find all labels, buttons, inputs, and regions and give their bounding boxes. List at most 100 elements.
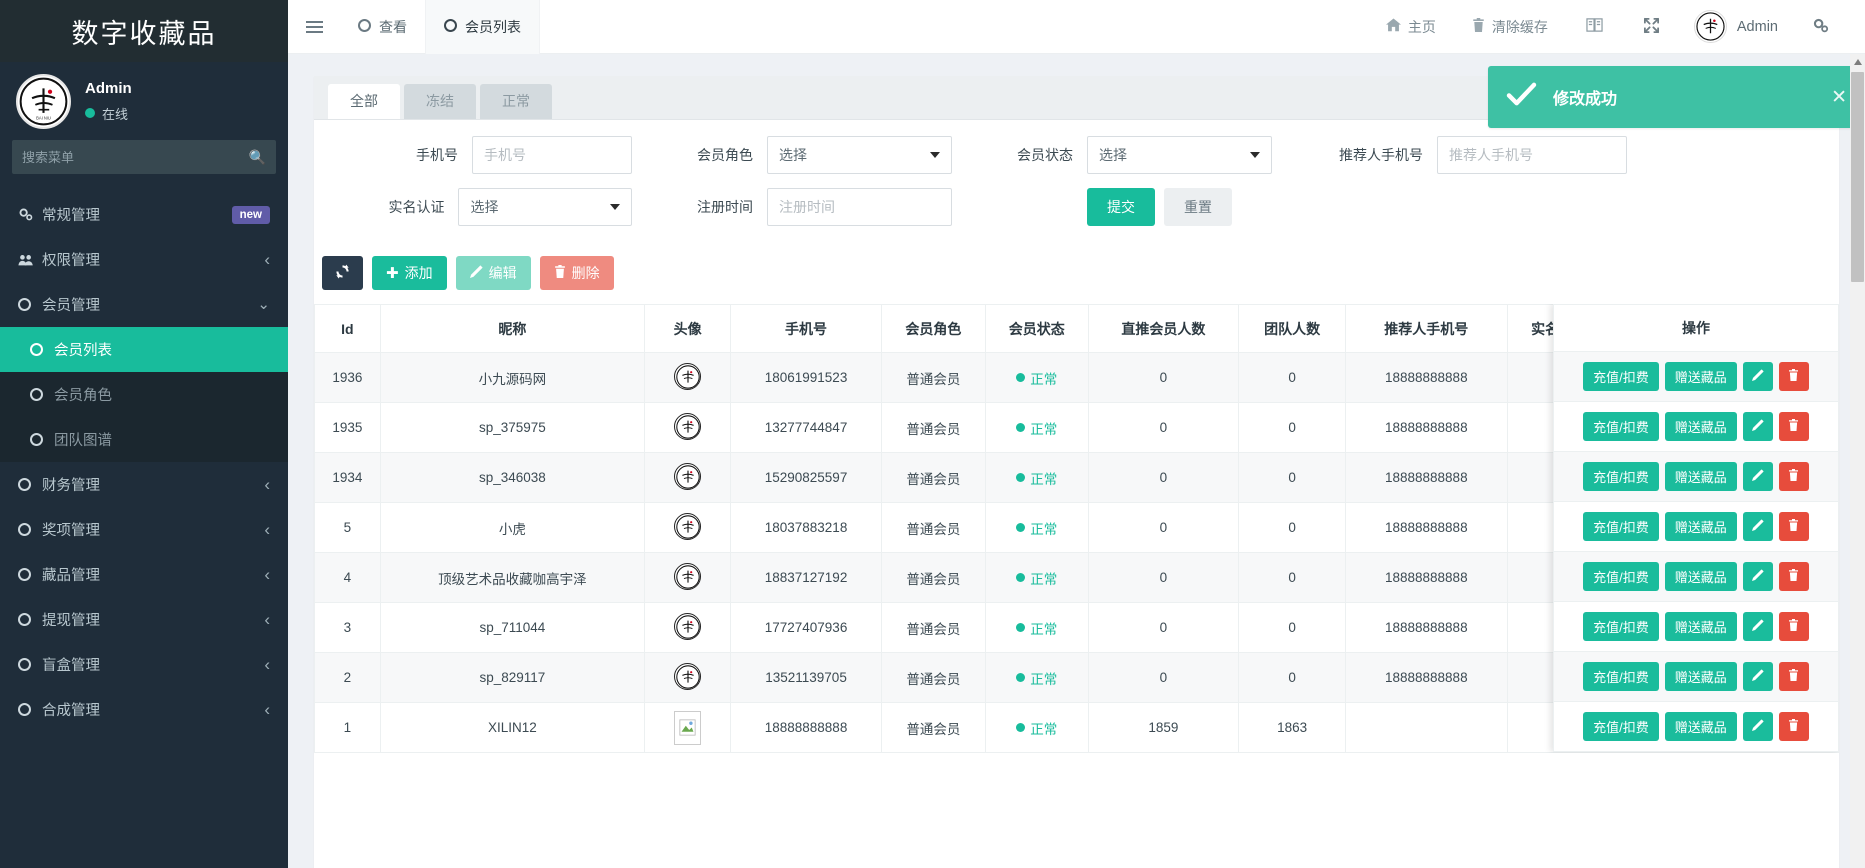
row-edit-button[interactable] — [1742, 562, 1773, 591]
recharge-button[interactable]: 充值/扣费 — [1583, 612, 1659, 641]
search-input[interactable] — [22, 149, 249, 165]
th-id[interactable]: Id — [314, 304, 381, 353]
cell-referrer-phone: 18888888888 — [1345, 452, 1508, 503]
chevron-down-icon — [610, 204, 620, 210]
row-edit-button[interactable] — [1742, 712, 1773, 741]
gift-collection-button[interactable]: 赠送藏品 — [1664, 512, 1737, 541]
row-edit-button[interactable] — [1742, 612, 1773, 641]
sidebar-item-synthesis-management[interactable]: 合成管理 — [0, 687, 288, 732]
cell-team-count: 0 — [1238, 502, 1346, 553]
book-button[interactable] — [1566, 0, 1623, 54]
real-name-auth-select[interactable]: 选择 — [458, 188, 632, 226]
submit-button[interactable]: 提交 — [1087, 188, 1155, 226]
status-badge: 正常 — [984, 352, 1089, 403]
row-edit-button[interactable] — [1742, 362, 1773, 391]
home-button[interactable]: 主页 — [1368, 0, 1454, 54]
recharge-button[interactable]: 充值/扣费 — [1583, 512, 1659, 541]
th-referrer-phone[interactable]: 推荐人手机号 — [1345, 304, 1508, 353]
delete-button[interactable]: 删除 — [539, 256, 614, 290]
row-delete-button[interactable] — [1778, 562, 1809, 591]
row-delete-button[interactable] — [1778, 412, 1809, 441]
add-button[interactable]: ✚ 添加 — [372, 256, 447, 290]
row-delete-button[interactable] — [1778, 512, 1809, 541]
member-status-select[interactable]: 选择 — [1087, 136, 1272, 174]
row-delete-button[interactable] — [1778, 712, 1809, 741]
close-icon[interactable]: ✕ — [1831, 86, 1847, 109]
gift-collection-button[interactable]: 赠送藏品 — [1664, 412, 1737, 441]
tab-all[interactable]: 全部 — [328, 84, 400, 119]
th-role[interactable]: 会员角色 — [880, 304, 986, 353]
sidebar-item-team-graph[interactable]: 团队图谱 — [0, 417, 288, 462]
profile-name: Admin — [85, 79, 132, 97]
recharge-button[interactable]: 充值/扣费 — [1583, 712, 1659, 741]
gift-collection-button[interactable]: 赠送藏品 — [1664, 462, 1737, 491]
tab-normal[interactable]: 正常 — [480, 84, 552, 119]
sidebar-item-member-management[interactable]: 会员管理 — [0, 282, 288, 327]
tab-frozen[interactable]: 冻结 — [404, 84, 476, 119]
reset-button[interactable]: 重置 — [1164, 188, 1232, 226]
sidebar-item-permission-management[interactable]: 权限管理 — [0, 237, 288, 282]
register-time-input[interactable] — [767, 188, 952, 226]
recharge-button[interactable]: 充值/扣费 — [1583, 662, 1659, 691]
settings-button[interactable] — [1792, 0, 1849, 54]
recharge-button[interactable]: 充值/扣费 — [1583, 362, 1659, 391]
th-status[interactable]: 会员状态 — [984, 304, 1089, 353]
th-team-count[interactable]: 团队人数 — [1238, 304, 1346, 353]
recharge-button[interactable]: 充值/扣费 — [1583, 562, 1659, 591]
row-delete-button[interactable] — [1778, 662, 1809, 691]
user-menu[interactable]: Admin — [1680, 10, 1792, 43]
tab-view[interactable]: 查看 — [340, 0, 426, 54]
sidebar-item-award-management[interactable]: 奖项管理 — [0, 507, 288, 552]
sidebar-item-member-list[interactable]: 会员列表 — [0, 327, 288, 372]
search-icon[interactable]: 🔍 — [249, 149, 266, 166]
row-delete-button[interactable] — [1778, 462, 1809, 491]
users-icon — [18, 253, 42, 267]
recharge-button[interactable]: 充值/扣费 — [1583, 462, 1659, 491]
th-avatar[interactable]: 头像 — [643, 304, 732, 353]
sidebar-item-collection-management[interactable]: 藏品管理 — [0, 552, 288, 597]
th-nickname[interactable]: 昵称 — [379, 304, 645, 353]
clear-cache-button[interactable]: 清除缓存 — [1454, 0, 1566, 54]
gift-collection-button[interactable]: 赠送藏品 — [1664, 562, 1737, 591]
member-role-select[interactable]: 选择 — [767, 136, 952, 174]
cell-direct-members: 0 — [1087, 402, 1240, 453]
th-direct-members[interactable]: 直推会员人数 — [1087, 304, 1240, 353]
row-edit-button[interactable] — [1742, 512, 1773, 541]
recharge-button[interactable]: 充值/扣费 — [1583, 412, 1659, 441]
gift-collection-button[interactable]: 赠送藏品 — [1664, 362, 1737, 391]
chevron-left-icon — [264, 566, 270, 583]
row-edit-button[interactable] — [1742, 462, 1773, 491]
page-scrollbar[interactable] — [1850, 54, 1865, 868]
sidebar-item-general-management[interactable]: 常规管理 new — [0, 192, 288, 237]
sidebar-item-blindbox-management[interactable]: 盲盒管理 — [0, 642, 288, 687]
row-delete-button[interactable] — [1778, 612, 1809, 641]
th-phone[interactable]: 手机号 — [730, 304, 882, 353]
chevron-left-icon — [264, 611, 270, 628]
table-toolbar: ✚ 添加 编辑 删除 — [314, 250, 1839, 304]
scrollbar-thumb[interactable] — [1851, 72, 1864, 282]
tab-member-list[interactable]: 会员列表 — [426, 0, 540, 54]
edit-button[interactable]: 编辑 — [455, 256, 531, 290]
online-dot-icon — [85, 108, 95, 118]
cell-direct-members: 0 — [1087, 352, 1240, 403]
scroll-up-button[interactable] — [1850, 54, 1865, 69]
tab-label: 正常 — [502, 93, 530, 110]
gift-collection-button[interactable]: 赠送藏品 — [1664, 662, 1737, 691]
row-delete-button[interactable] — [1778, 362, 1809, 391]
hamburger-icon[interactable] — [288, 0, 340, 54]
refresh-button[interactable] — [322, 256, 363, 290]
row-edit-button[interactable] — [1742, 662, 1773, 691]
real-name-auth-value: 选择 — [470, 199, 499, 215]
referrer-phone-input[interactable] — [1437, 136, 1627, 174]
fullscreen-button[interactable] — [1623, 0, 1680, 54]
sidebar-item-finance-management[interactable]: 财务管理 — [0, 462, 288, 507]
sidebar-item-member-role[interactable]: 会员角色 — [0, 372, 288, 417]
sidebar-item-withdraw-management[interactable]: 提现管理 — [0, 597, 288, 642]
phone-input[interactable] — [472, 136, 632, 174]
cell-role: 普通会员 — [880, 652, 986, 703]
row-edit-button[interactable] — [1742, 412, 1773, 441]
gift-collection-button[interactable]: 赠送藏品 — [1664, 712, 1737, 741]
gift-collection-button[interactable]: 赠送藏品 — [1664, 612, 1737, 641]
sidebar-search-box[interactable]: 🔍 — [12, 140, 276, 174]
pencil-icon — [1751, 469, 1764, 484]
